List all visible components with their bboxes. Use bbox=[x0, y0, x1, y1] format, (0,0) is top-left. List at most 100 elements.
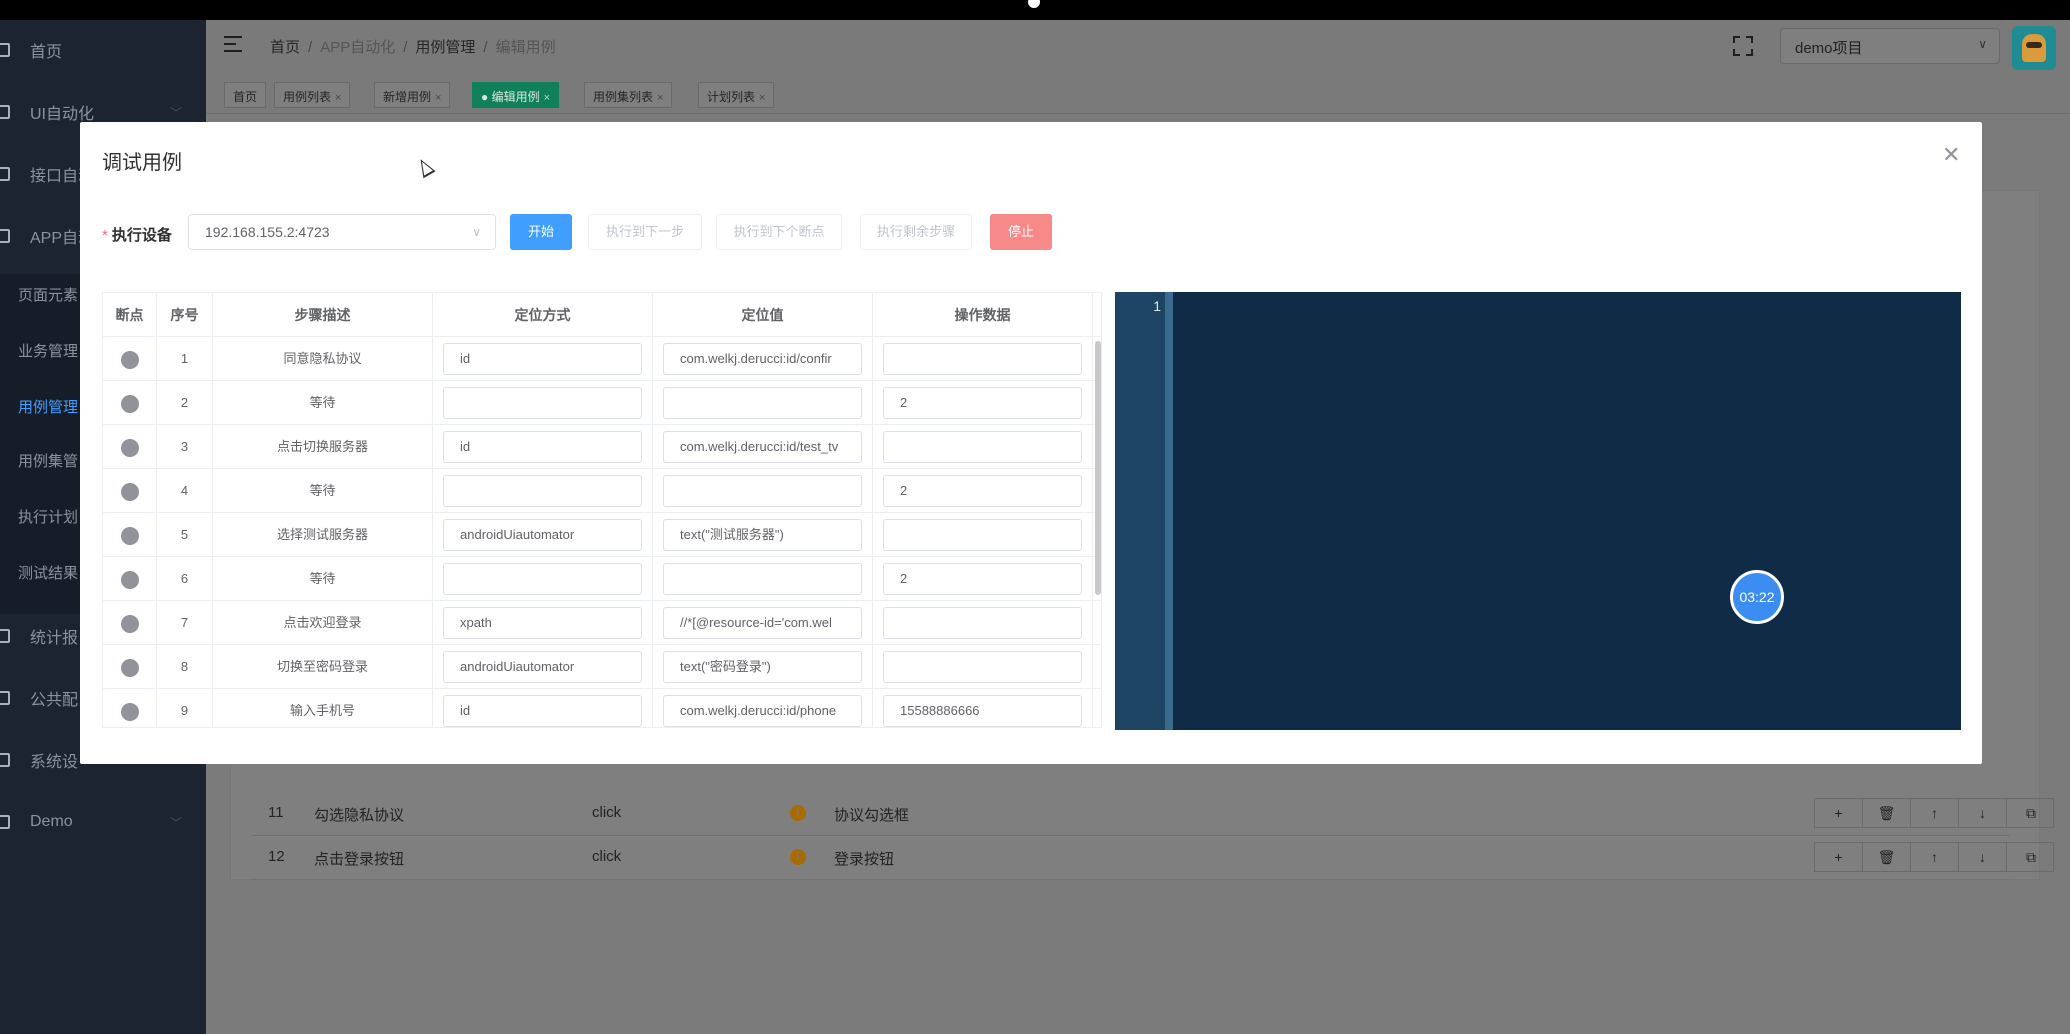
close-icon[interactable]: × bbox=[759, 92, 765, 104]
breadcrumb-cases[interactable]: 用例管理 bbox=[415, 39, 475, 56]
locator-type-input[interactable] bbox=[443, 563, 642, 595]
arrow-down-icon[interactable]: ↓ bbox=[1959, 843, 2007, 871]
locator-value-input[interactable] bbox=[663, 563, 862, 595]
locator-type-input[interactable]: androidUiautomator bbox=[443, 651, 642, 683]
sidebar-item-home[interactable]: 首页 bbox=[0, 30, 206, 70]
breakpoint-toggle[interactable] bbox=[120, 482, 139, 501]
step-description: 选择测试服务器 bbox=[213, 513, 433, 557]
locator-type-input[interactable]: androidUiautomator bbox=[443, 519, 642, 551]
arrow-up-icon[interactable]: ↑ bbox=[1911, 843, 1959, 871]
tag-home[interactable]: 首页 bbox=[224, 82, 267, 108]
arrow-up-icon[interactable]: ↑ bbox=[1911, 799, 1959, 827]
table-row: 6 等待 2 bbox=[103, 557, 1101, 601]
sidebar-subitem-cases[interactable]: 用例管理 bbox=[18, 396, 78, 417]
add-icon[interactable]: + bbox=[1815, 843, 1863, 871]
fullscreen-icon[interactable] bbox=[1733, 36, 1753, 56]
avatar[interactable] bbox=[2012, 26, 2056, 70]
delete-icon[interactable]: 🗑 bbox=[1863, 843, 1911, 871]
stop-button[interactable]: 停止 bbox=[990, 214, 1052, 250]
breadcrumb-app[interactable]: APP自动化 bbox=[320, 39, 395, 56]
operation-data-input[interactable] bbox=[883, 343, 1082, 375]
close-icon[interactable]: × bbox=[335, 92, 341, 104]
breakpoint-toggle[interactable] bbox=[120, 570, 139, 589]
locator-type-input[interactable] bbox=[443, 475, 642, 507]
locator-value-input[interactable]: com.welkj.derucci:id/phone bbox=[663, 695, 862, 727]
locator-type-input[interactable]: id bbox=[443, 431, 642, 463]
locator-value-input[interactable]: text("测试服务器") bbox=[663, 519, 862, 551]
monitor-icon bbox=[0, 105, 10, 119]
tag-plan-list[interactable]: 计划列表 × bbox=[698, 82, 775, 108]
copy-icon[interactable]: ⧉ bbox=[2007, 799, 2055, 827]
table-header: 断点 序号 步骤描述 定位方式 定位值 操作数据 bbox=[103, 293, 1101, 337]
tag-edit-case[interactable]: ● 编辑用例 × bbox=[472, 82, 560, 108]
sidebar-subitem-plans[interactable]: 执行计划 bbox=[18, 506, 78, 527]
locator-value-input[interactable] bbox=[663, 475, 862, 507]
operation-data-input[interactable] bbox=[883, 431, 1082, 463]
debug-case-dialog: 调试用例 ✕ * 执行设备 192.168.155.2:4723 ∨ 开始 执行到下… bbox=[80, 122, 1982, 764]
breakpoint-toggle[interactable] bbox=[120, 702, 139, 721]
sidebar-subitem-business[interactable]: 业务管理 bbox=[18, 340, 78, 361]
locator-value-input[interactable] bbox=[663, 387, 862, 419]
breakpoint-toggle[interactable] bbox=[120, 526, 139, 545]
step-description: 同意隐私协议 bbox=[213, 337, 433, 381]
breakpoint-toggle[interactable] bbox=[120, 438, 139, 457]
breadcrumb-home[interactable]: 首页 bbox=[270, 39, 300, 56]
table-scrollbar[interactable] bbox=[1095, 341, 1101, 595]
next-step-button[interactable]: 执行到下一步 bbox=[588, 214, 702, 250]
breakpoint-toggle[interactable] bbox=[120, 394, 139, 413]
sidebar-subitem-page-elements[interactable]: 页面元素 bbox=[18, 284, 78, 305]
menu-toggle-icon[interactable] bbox=[224, 36, 242, 52]
breakpoint-toggle[interactable] bbox=[120, 350, 139, 369]
camera-dot bbox=[1028, 0, 1040, 8]
tag-case-set-list[interactable]: 用例集列表 × bbox=[584, 82, 673, 108]
breadcrumb: 首页 / APP自动化 / 用例管理 / 编辑用例 bbox=[270, 39, 556, 56]
locator-type-input[interactable]: xpath bbox=[443, 607, 642, 639]
device-label: * 执行设备 bbox=[102, 227, 172, 244]
device-select[interactable]: 192.168.155.2:4723 ∨ bbox=[188, 214, 496, 250]
table-row: 4 等待 2 bbox=[103, 469, 1101, 513]
close-icon[interactable]: × bbox=[435, 92, 441, 104]
api-icon bbox=[0, 167, 10, 181]
top-bar bbox=[0, 0, 2070, 20]
recording-timer[interactable]: 03:22 bbox=[1730, 570, 1784, 624]
step-number: 3 bbox=[157, 425, 213, 469]
run-remaining-button[interactable]: 执行剩余步骤 bbox=[860, 214, 972, 250]
breakpoint-toggle[interactable] bbox=[120, 614, 139, 633]
operation-data-input[interactable] bbox=[883, 519, 1082, 551]
next-breakpoint-button[interactable]: 执行到下个断点 bbox=[716, 214, 842, 250]
arrow-down-icon[interactable]: ↓ bbox=[1959, 799, 2007, 827]
locator-type-input[interactable]: id bbox=[443, 343, 642, 375]
start-button[interactable]: 开始 bbox=[510, 214, 572, 250]
log-editor[interactable]: 1 03:22 bbox=[1115, 292, 1961, 730]
copy-icon[interactable]: ⧉ bbox=[2007, 843, 2055, 871]
close-icon[interactable]: × bbox=[544, 92, 550, 104]
locator-value-input[interactable]: com.welkj.derucci:id/test_tv bbox=[663, 431, 862, 463]
operation-data-input[interactable]: 15588886666 bbox=[883, 695, 1082, 727]
breakpoint-toggle[interactable] bbox=[120, 658, 139, 677]
step-number: 8 bbox=[157, 645, 213, 689]
row-actions: + 🗑 ↑ ↓ ⧉ bbox=[1814, 798, 2054, 828]
operation-data-input[interactable] bbox=[883, 607, 1082, 639]
sidebar-subitem-results[interactable]: 测试结果 bbox=[18, 562, 78, 583]
close-icon[interactable]: ✕ bbox=[1942, 142, 1960, 168]
add-icon[interactable]: + bbox=[1815, 799, 1863, 827]
locator-type-input[interactable]: id bbox=[443, 695, 642, 727]
table-row: 12 点击登录按钮 click ! 登录按钮 + 🗑 ↑ ↓ ⧉ bbox=[252, 836, 2054, 880]
sidebar-subitem-case-sets[interactable]: 用例集管 bbox=[18, 450, 78, 471]
close-icon[interactable]: × bbox=[657, 92, 663, 104]
row-actions: + 🗑 ↑ ↓ ⧉ bbox=[1814, 842, 2054, 872]
delete-icon[interactable]: 🗑 bbox=[1863, 799, 1911, 827]
tag-new-case[interactable]: 新增用例 × bbox=[374, 82, 451, 108]
tag-case-list[interactable]: 用例列表 × bbox=[274, 82, 351, 108]
locator-value-input[interactable]: text("密码登录") bbox=[663, 651, 862, 683]
operation-data-input[interactable]: 2 bbox=[883, 475, 1082, 507]
locator-value-input[interactable]: com.welkj.derucci:id/confir bbox=[663, 343, 862, 375]
locator-type-input[interactable] bbox=[443, 387, 642, 419]
locator-value-input[interactable]: //*[@resource-id='com.wel bbox=[663, 607, 862, 639]
operation-data-input[interactable]: 2 bbox=[883, 387, 1082, 419]
sidebar-item-demo[interactable]: Demo ﹀ bbox=[0, 802, 206, 842]
operation-data-input[interactable] bbox=[883, 651, 1082, 683]
project-select[interactable]: demo项目 ∨ bbox=[1780, 28, 2000, 64]
operation-data-input[interactable]: 2 bbox=[883, 563, 1082, 595]
warning-icon: ! bbox=[790, 805, 806, 821]
